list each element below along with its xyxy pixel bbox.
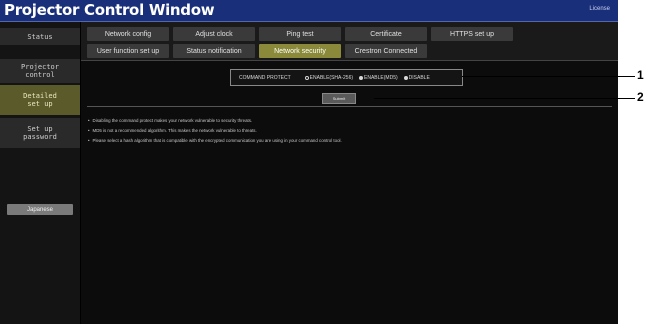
note-text: MD5 is not a recommended algorithm. This…: [92, 128, 257, 133]
sidebar: Status Projector control Detailed set up…: [0, 22, 80, 324]
tab-status-notification[interactable]: Status notification: [173, 44, 255, 58]
japanese-language-button[interactable]: Japanese: [7, 204, 73, 215]
bullet-icon: •: [88, 118, 90, 123]
submit-button[interactable]: Submit: [322, 93, 356, 104]
option-label: DISABLE: [408, 74, 430, 81]
callout-line-1: [462, 76, 635, 77]
tab-adjust-clock[interactable]: Adjust clock: [173, 27, 255, 41]
command-protect-box: COMMAND PROTECT ENABLE(SHA-256) ENABLE(M…: [230, 69, 463, 86]
tab-ping-test[interactable]: Ping test: [259, 27, 341, 41]
callout-number-1: 1: [637, 68, 644, 82]
window-title: Projector Control Window: [4, 1, 215, 19]
network-security-panel: COMMAND PROTECT ENABLE(SHA-256) ENABLE(M…: [81, 61, 618, 324]
note-text: Disabling the command protect makes your…: [92, 118, 253, 123]
tab-network-config[interactable]: Network config: [87, 27, 169, 41]
callout-line-2: [374, 98, 635, 99]
title-bar: Projector Control Window License: [0, 0, 618, 22]
main-content: Network config Adjust clock Ping test Ce…: [81, 22, 618, 324]
divider: [87, 106, 612, 107]
note-text: Please select a hash algorithm that is c…: [92, 138, 342, 143]
sidebar-item-set-up-password[interactable]: Set up password: [0, 118, 80, 148]
sidebar-item-projector-control[interactable]: Projector control: [0, 59, 80, 83]
option-enable-md5[interactable]: ENABLE(MD5): [359, 75, 398, 81]
tab-user-function-set-up[interactable]: User function set up: [87, 44, 169, 58]
tab-network-security[interactable]: Network security: [259, 44, 341, 58]
radio-icon[interactable]: [359, 75, 364, 80]
sidebar-item-status[interactable]: Status: [0, 28, 80, 45]
option-enable-sha256[interactable]: ENABLE(SHA-256): [304, 74, 354, 81]
radio-selected-icon[interactable]: [304, 75, 309, 80]
tab-crestron-connected[interactable]: Crestron Connected: [345, 44, 427, 58]
tab-https-set-up[interactable]: HTTPS set up: [431, 27, 513, 41]
note-item: • Please select a hash algorithm that is …: [88, 138, 342, 143]
command-protect-label: COMMAND PROTECT: [239, 74, 291, 81]
radio-icon[interactable]: [403, 75, 408, 80]
note-item: • MD5 is not a recommended algorithm. Thi…: [88, 128, 257, 133]
option-label: ENABLE(MD5): [364, 74, 398, 81]
sidebar-item-label: Set up password: [23, 125, 57, 141]
sidebar-item-label: Detailed set up: [23, 92, 57, 108]
note-item: • Disabling the command protect makes you…: [88, 118, 252, 123]
projector-control-window: Projector Control Window License Status …: [0, 0, 618, 324]
bullet-icon: •: [88, 128, 90, 133]
callout-number-2: 2: [637, 90, 644, 104]
sidebar-item-label: Projector control: [21, 63, 59, 79]
option-label: ENABLE(SHA-256): [309, 74, 354, 81]
license-link[interactable]: License: [589, 6, 610, 12]
sidebar-item-label: Status: [27, 32, 53, 41]
sidebar-item-detailed-set-up[interactable]: Detailed set up: [0, 85, 80, 115]
tab-certificate[interactable]: Certificate: [345, 27, 427, 41]
option-disable[interactable]: DISABLE: [403, 74, 430, 81]
bullet-icon: •: [88, 138, 90, 143]
